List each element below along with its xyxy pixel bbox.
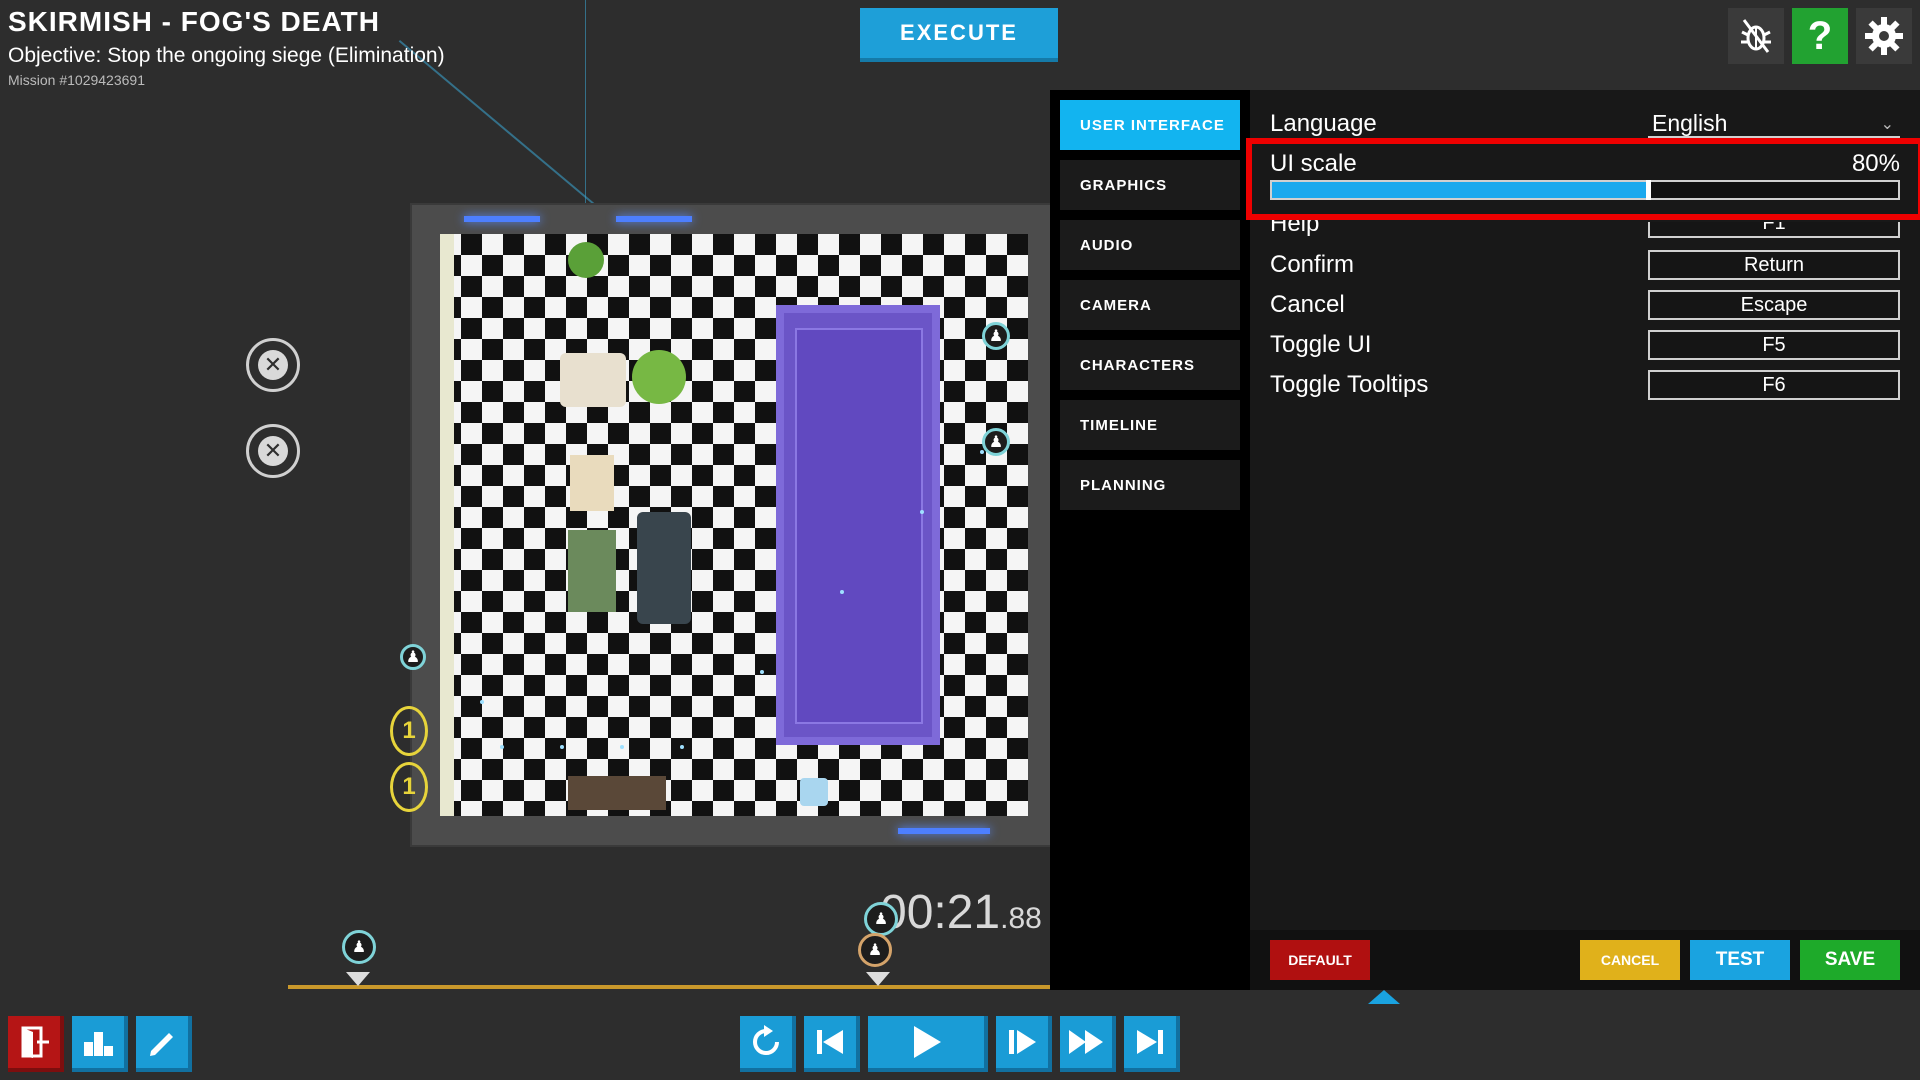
ceiling-light [464,216,540,222]
desk [568,776,666,810]
path-dot [760,670,764,674]
help-icon: ? [1807,13,1833,58]
chevron-down-icon: ⌄ [1880,116,1894,133]
tab-timeline[interactable]: TIMELINE [1060,400,1240,450]
skip-to-end-button[interactable] [1124,1016,1180,1072]
exit-icon [21,1026,49,1058]
purple-rug-inner [795,328,923,724]
path-dot [680,745,684,749]
step-forward-icon [1009,1030,1036,1054]
path-dot [840,590,844,594]
timer: 00:21.88 [880,885,1042,940]
fast-forward-button[interactable] [1060,1016,1116,1072]
potted-plant [568,242,604,278]
language-select[interactable]: English ⌄ [1648,110,1900,138]
keybind-label-cancel: Cancel [1270,291,1345,318]
keybind-label-confirm: Confirm [1270,251,1355,278]
rewind-icon [753,1025,779,1055]
gear-icon [1865,17,1903,55]
play-icon [914,1026,941,1058]
timeline-event-marker[interactable]: ♟ [864,902,898,936]
help-button[interactable]: ? [1792,8,1848,64]
edit-button[interactable] [136,1016,192,1072]
keybind-confirm[interactable]: Return [1648,250,1900,280]
test-button[interactable]: TEST [1690,940,1790,980]
leaderboard-icon [84,1032,113,1056]
remove-unit-button[interactable]: ✕ [246,338,300,392]
pencil-icon [150,1033,173,1056]
exit-button[interactable] [8,1016,64,1072]
character-marker[interactable]: ♟ [982,428,1010,456]
timeline-event-marker[interactable]: ♟ [858,933,892,967]
tab-audio[interactable]: AUDIO [1060,220,1240,270]
keybind-label-toggle-tooltips: Toggle Tooltips [1270,371,1429,398]
timer-main: 00:21 [880,886,1001,939]
remove-unit-button[interactable]: ✕ [246,424,300,478]
debug-button[interactable] [1728,8,1784,64]
armchair [560,353,626,407]
caret-up-icon [1368,990,1400,1004]
timeline-event-marker[interactable]: ♟ [342,930,376,964]
path-dot [980,450,984,454]
entry-marker[interactable]: 1 [390,706,428,756]
ceiling-light [616,216,692,222]
cancel-button[interactable]: CANCEL [1580,940,1680,980]
previous-button[interactable] [804,1016,860,1072]
play-button[interactable] [868,1016,988,1072]
keybind-toggle-ui[interactable]: F5 [1648,330,1900,360]
timer-fraction: .88 [1000,902,1042,935]
language-value: English [1652,109,1728,136]
default-button[interactable]: DEFAULT [1270,940,1370,980]
keybind-label-toggle-ui: Toggle UI [1270,331,1372,358]
settings-button[interactable] [1856,8,1912,64]
path-dot [560,745,564,749]
sofa [637,512,691,624]
keybind-toggle-tooltips[interactable]: F6 [1648,370,1900,400]
tab-graphics[interactable]: GRAPHICS [1060,160,1240,210]
mission-title: SKIRMISH - FOG'S DEATH [8,6,380,37]
bin [800,778,828,806]
language-label: Language [1270,110,1377,137]
entry-marker[interactable]: 1 [390,762,428,812]
timeline-track[interactable] [288,985,1050,989]
path-dot [480,700,484,704]
path-dot [620,745,624,749]
timeline-pointer-icon[interactable] [866,972,890,986]
close-icon: ✕ [258,436,288,466]
fast-forward-icon [1069,1030,1103,1054]
mission-id: Mission #1029423691 [8,72,145,88]
tab-planning[interactable]: PLANNING [1060,460,1240,510]
leaderboard-button[interactable] [72,1016,128,1072]
execute-button[interactable]: EXECUTE [860,8,1058,62]
step-forward-button[interactable] [996,1016,1052,1072]
side-table [570,455,614,511]
restart-button[interactable] [740,1016,796,1072]
save-button[interactable]: SAVE [1800,940,1900,980]
mission-objective: Objective: Stop the ongoing siege (Elimi… [8,44,445,67]
skip-end-icon [1137,1030,1163,1054]
tab-user-interface[interactable]: USER INTERFACE [1060,100,1240,150]
inner-wall [440,234,454,816]
keybind-cancel[interactable]: Escape [1648,290,1900,320]
potted-plant [632,350,686,404]
bug-icon [1741,19,1771,53]
character-marker[interactable]: ♟ [982,322,1010,350]
ceiling-light [898,828,990,834]
character-marker[interactable]: ♟ [400,644,426,670]
skip-back-icon [817,1030,843,1054]
tab-characters[interactable]: CHARACTERS [1060,340,1240,390]
path-dot [920,510,924,514]
coffee-table [568,530,616,612]
ui-scale-highlight-box [1246,138,1920,220]
tab-camera[interactable]: CAMERA [1060,280,1240,330]
timeline-pointer-icon[interactable] [346,972,370,986]
path-dot [500,745,504,749]
close-icon: ✕ [258,350,288,380]
